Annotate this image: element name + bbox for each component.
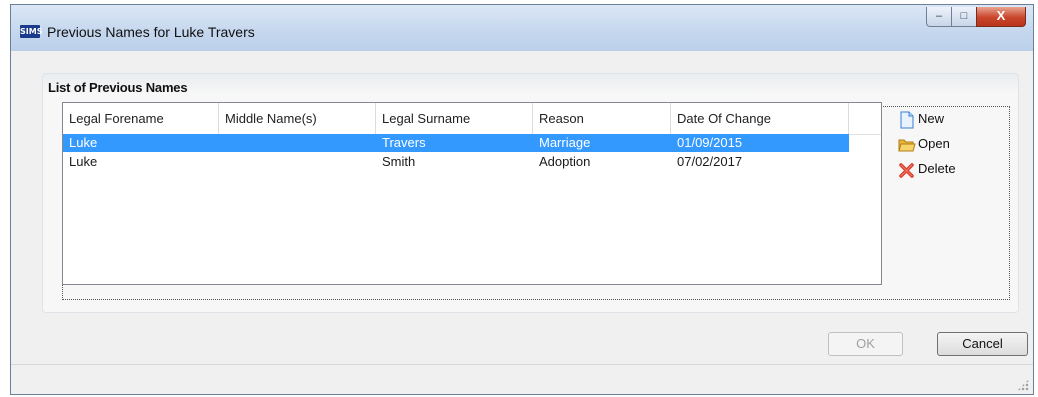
status-bar [11,364,1033,394]
window-title: Previous Names for Luke Travers [47,24,255,40]
cell-legal-surname: Travers [382,135,426,150]
cell-reason: Adoption [539,154,591,169]
delete-label: Delete [918,161,956,176]
cell-legal-forename: Luke [69,154,98,169]
open-folder-icon [898,136,916,154]
cell-legal-surname: Smith [382,154,416,169]
sims-app-icon: SIMS [20,25,43,38]
cancel-button[interactable]: Cancel [937,332,1028,356]
grid-header: Legal Forename Middle Name(s) Legal Surn… [63,103,881,135]
cell-date-of-change: 07/02/2017 [677,154,743,169]
panel-title: List of Previous Names [48,80,188,95]
column-header-legal-surname[interactable]: Legal Surname [376,103,533,134]
new-document-icon [898,111,916,129]
open-label: Open [918,136,950,151]
ok-button[interactable]: OK [828,332,903,356]
cell-middle-names [219,134,225,152]
delete-button[interactable]: Delete [898,159,956,179]
new-label: New [918,111,945,126]
open-button[interactable]: Open [898,134,950,154]
cell-middle-names [219,153,225,171]
column-header-reason[interactable]: Reason [533,103,671,134]
table-row[interactable]: Luke Travers Marriage 01/09/2015 [63,134,849,152]
new-button[interactable]: New [898,109,944,129]
column-header-middle-names[interactable]: Middle Name(s) [219,103,376,134]
delete-x-icon [898,161,916,179]
minimize-button[interactable]: – [926,7,952,27]
window-client-area: List of Previous Names Legal Forename Mi… [11,51,1033,394]
column-header-legal-forename[interactable]: Legal Forename [63,103,219,134]
previous-names-grid[interactable]: Legal Forename Middle Name(s) Legal Surn… [62,102,882,285]
resize-grip-icon[interactable] [1017,379,1029,391]
title-bar[interactable]: SIMS Previous Names for Luke Travers – □… [11,5,1033,52]
table-row[interactable]: Luke Smith Adoption 07/02/2017 [63,153,849,171]
cell-legal-forename: Luke [69,135,98,150]
previous-names-window: SIMS Previous Names for Luke Travers – □… [10,4,1034,395]
cell-date-of-change: 01/09/2015 [677,135,743,150]
maximize-button[interactable]: □ [951,7,977,27]
column-header-date-of-change[interactable]: Date Of Change [671,103,849,134]
close-button[interactable]: X [976,7,1026,27]
cell-reason: Marriage [539,135,591,150]
